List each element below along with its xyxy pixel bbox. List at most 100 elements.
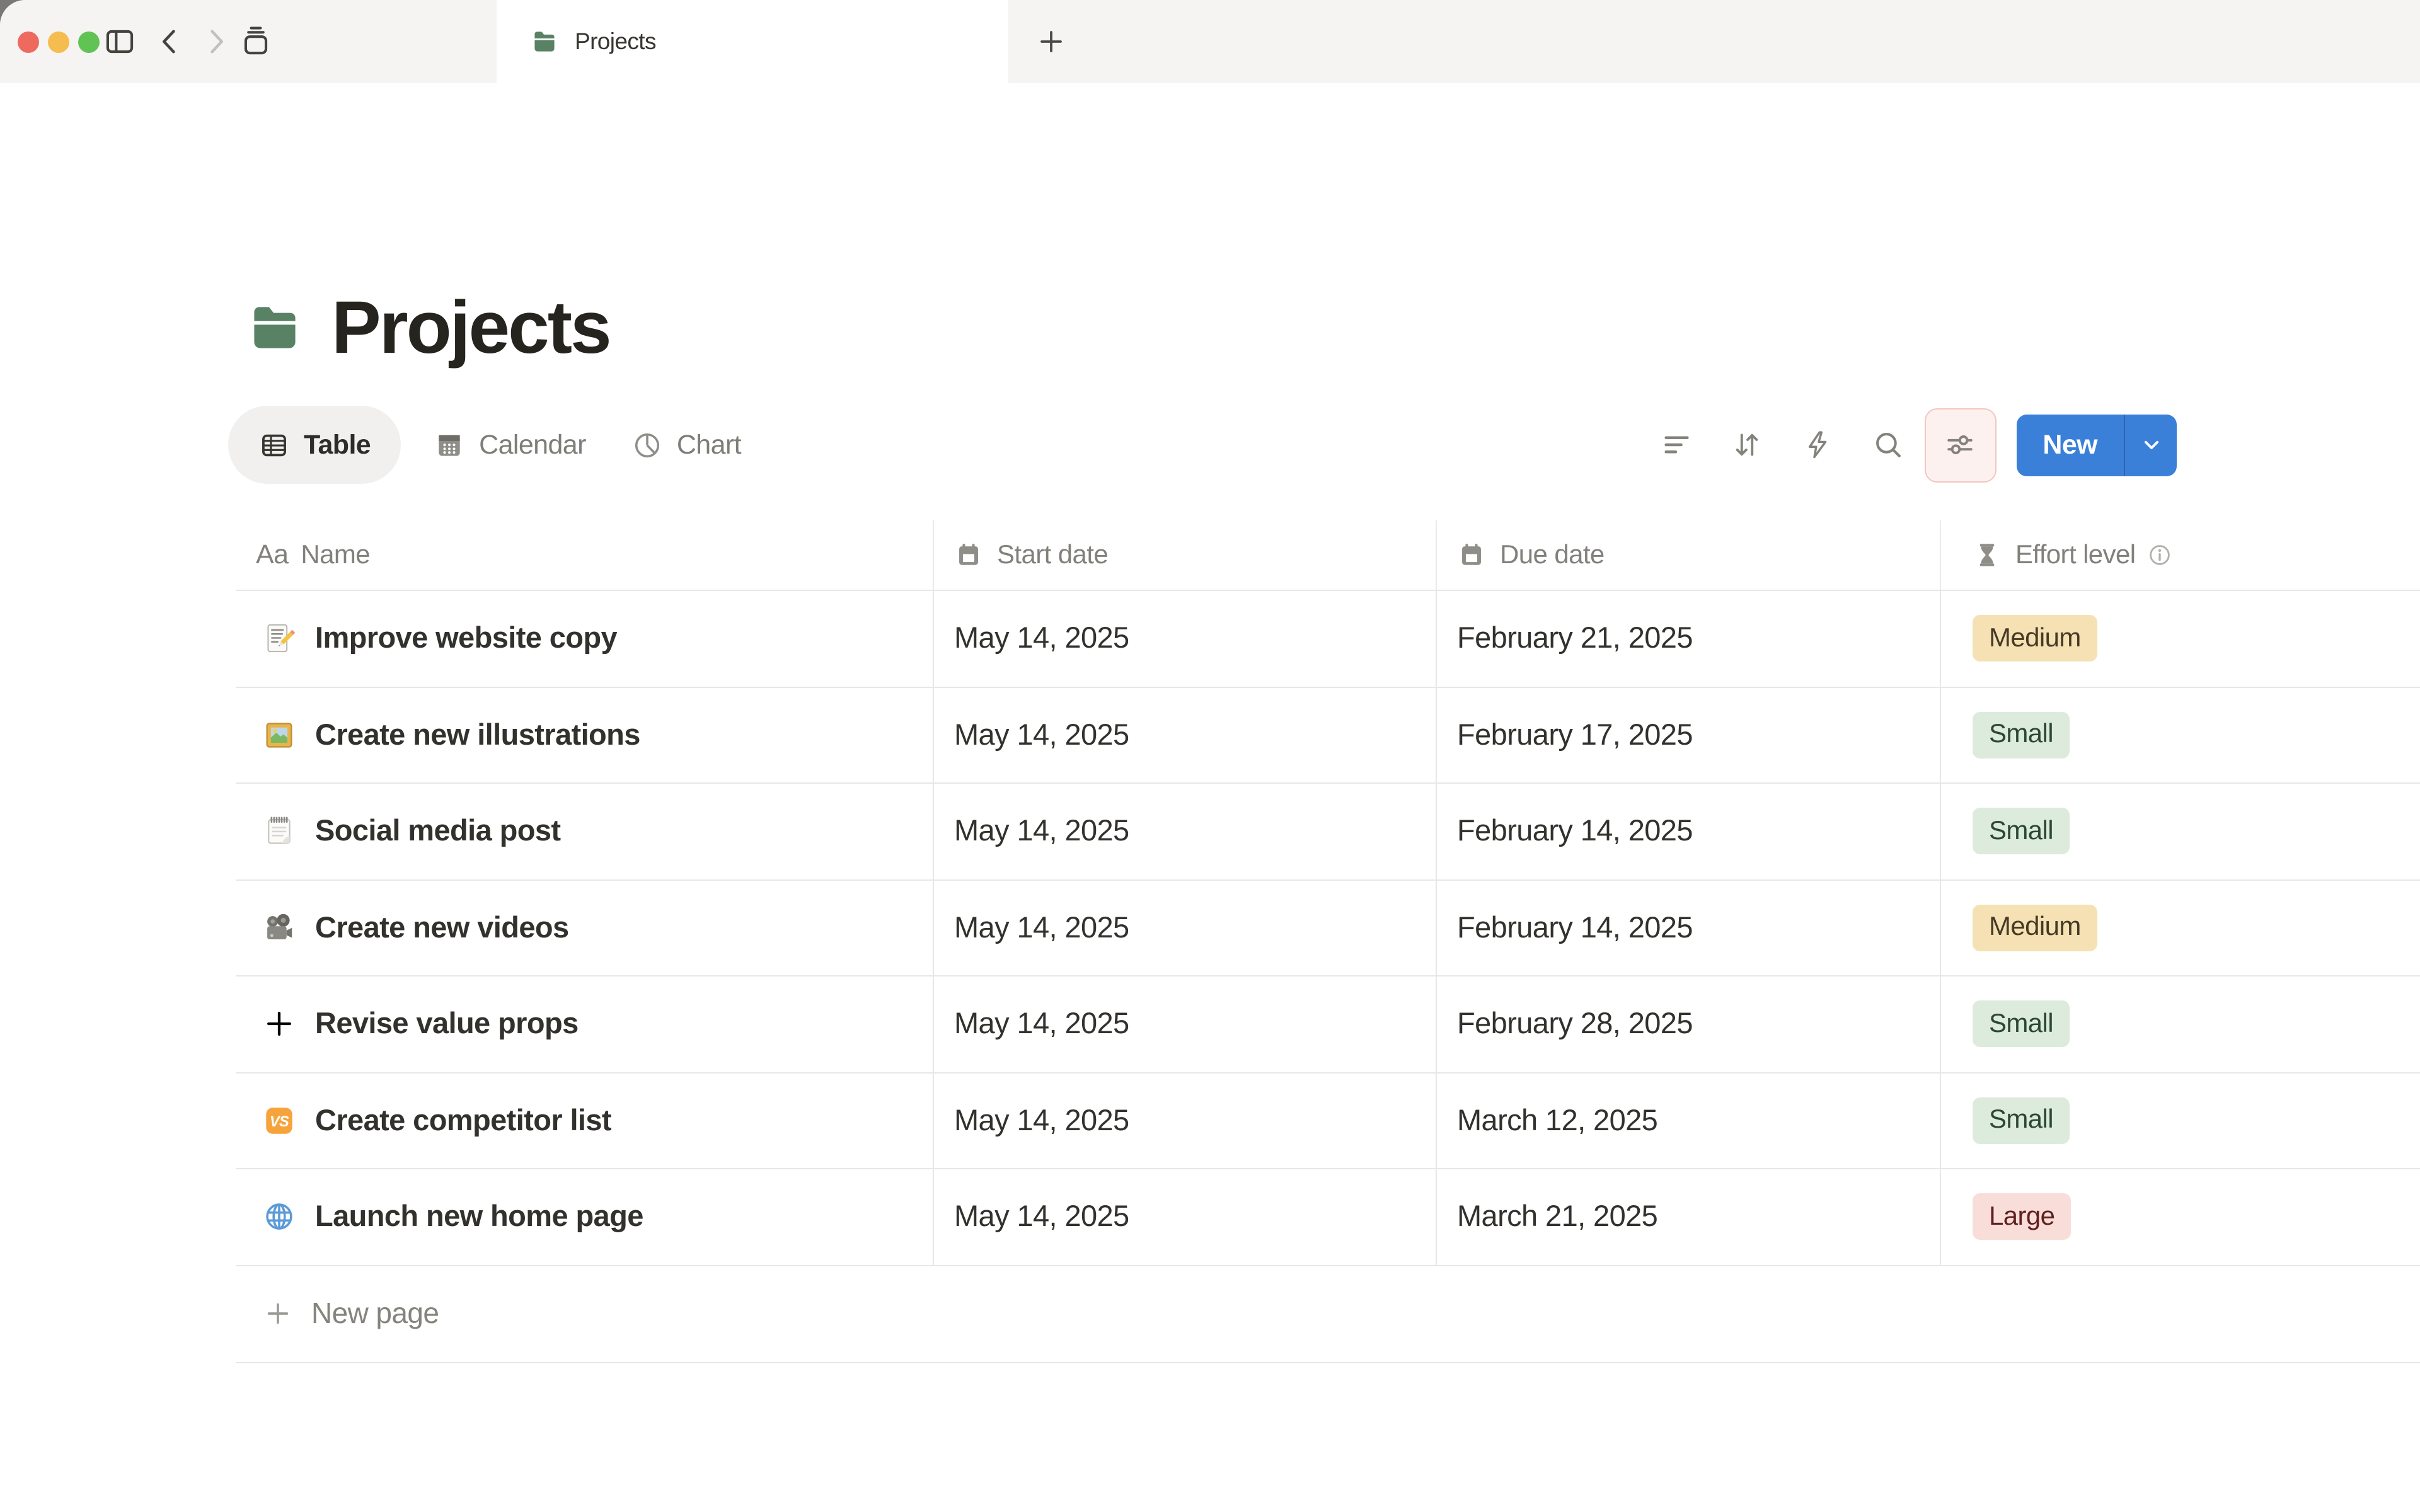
- table-row: Social media post May 14, 2025 February …: [236, 784, 2420, 880]
- row-name: Launch new home page: [315, 1200, 643, 1233]
- row-start-date: May 14, 2025: [954, 718, 1129, 751]
- due-date-cell[interactable]: February 14, 2025: [1437, 880, 1941, 975]
- page-header: Projects: [246, 286, 612, 369]
- effort-badge: Medium: [1973, 904, 2097, 951]
- vs-emoji-icon: VS: [262, 1104, 296, 1138]
- effort-level-cell[interactable]: Small: [1941, 687, 2420, 782]
- window-tab-bar: Projects: [0, 0, 2420, 83]
- search-icon[interactable]: [1871, 428, 1904, 461]
- calendar-icon: [1457, 541, 1486, 570]
- due-date-cell[interactable]: February 28, 2025: [1437, 976, 1941, 1072]
- row-start-date: May 14, 2025: [954, 1103, 1129, 1137]
- effort-level-cell[interactable]: Small: [1941, 976, 2420, 1072]
- column-label: Start date: [997, 540, 1109, 569]
- table-row: Improve website copy May 14, 2025 Februa…: [236, 591, 2420, 687]
- view-tab-table[interactable]: Table: [228, 406, 401, 484]
- view-tab-label: Chart: [676, 429, 742, 459]
- due-date-cell[interactable]: March 12, 2025: [1437, 1073, 1941, 1168]
- frame-emoji-icon: [262, 718, 296, 752]
- calendar-view-icon: [434, 429, 465, 461]
- effort-level-cell[interactable]: Medium: [1941, 880, 2420, 975]
- effort-badge: Small: [1973, 1000, 2070, 1048]
- page-title[interactable]: Projects: [331, 285, 612, 370]
- view-settings-button[interactable]: [1924, 408, 1997, 482]
- chevron-down-icon: [2138, 432, 2164, 457]
- effort-level-cell[interactable]: Small: [1941, 784, 2420, 879]
- table-body: Improve website copy May 14, 2025 Februa…: [236, 591, 2420, 1266]
- plus-emoji-icon: [262, 1007, 296, 1041]
- view-switcher: Table Calendar Chart: [228, 406, 754, 484]
- start-date-cell[interactable]: May 14, 2025: [934, 976, 1437, 1072]
- due-date-cell[interactable]: February 17, 2025: [1437, 687, 1941, 782]
- table-view-icon: [258, 429, 290, 461]
- svg-text:VS: VS: [270, 1114, 289, 1130]
- row-name: Create new videos: [315, 910, 569, 944]
- zoom-button[interactable]: [78, 32, 100, 53]
- effort-level-cell[interactable]: Medium: [1941, 591, 2420, 686]
- column-header-start-date[interactable]: Start date: [934, 520, 1437, 590]
- tab-stack-icon[interactable]: [239, 25, 272, 58]
- filter-icon[interactable]: [1659, 428, 1692, 461]
- start-date-cell[interactable]: May 14, 2025: [934, 880, 1437, 975]
- minimize-button[interactable]: [48, 32, 69, 53]
- view-tab-calendar[interactable]: Calendar: [421, 429, 599, 461]
- row-start-date: May 14, 2025: [954, 910, 1129, 944]
- row-name: Improve website copy: [315, 621, 618, 655]
- row-due-date: March 21, 2025: [1457, 1200, 1658, 1233]
- row-due-date: February 14, 2025: [1457, 910, 1693, 944]
- effort-badge: Large: [1973, 1193, 2071, 1240]
- hourglass-icon: [1973, 541, 2002, 570]
- column-header-due-date[interactable]: Due date: [1437, 520, 1941, 590]
- row-name: Create competitor list: [315, 1103, 612, 1137]
- start-date-cell[interactable]: May 14, 2025: [934, 591, 1437, 686]
- notepad-emoji-icon: [262, 815, 296, 849]
- sort-icon[interactable]: [1730, 428, 1763, 461]
- row-start-date: May 14, 2025: [954, 814, 1129, 847]
- effort-level-cell[interactable]: Small: [1941, 1073, 2420, 1168]
- name-cell[interactable]: Launch new home page: [236, 1169, 934, 1264]
- new-tab-button[interactable]: [1036, 26, 1066, 57]
- start-date-cell[interactable]: May 14, 2025: [934, 784, 1437, 879]
- start-date-cell[interactable]: May 14, 2025: [934, 687, 1437, 782]
- new-page-label: New page: [311, 1297, 439, 1329]
- due-date-cell[interactable]: February 14, 2025: [1437, 784, 1941, 879]
- forward-icon[interactable]: [199, 25, 232, 58]
- automations-icon[interactable]: [1801, 428, 1833, 461]
- row-start-date: May 14, 2025: [954, 621, 1129, 655]
- sidebar-toggle-icon[interactable]: [103, 25, 136, 58]
- table-header-row: Aa Name Start date Due date Effort level: [236, 520, 2420, 591]
- tab-projects[interactable]: Projects: [497, 0, 1008, 83]
- view-tab-chart[interactable]: Chart: [619, 429, 754, 461]
- new-dropdown-button[interactable]: [2125, 432, 2177, 457]
- name-cell[interactable]: Revise value props: [236, 976, 934, 1072]
- name-cell[interactable]: Social media post: [236, 784, 934, 879]
- row-name: Create new illustrations: [315, 718, 640, 751]
- start-date-cell[interactable]: May 14, 2025: [934, 1073, 1437, 1168]
- table-row: Launch new home page May 14, 2025 March …: [236, 1169, 2420, 1266]
- new-page-row[interactable]: New page: [236, 1266, 2420, 1363]
- effort-badge: Small: [1973, 711, 2070, 759]
- row-due-date: February 21, 2025: [1457, 621, 1693, 655]
- column-header-name[interactable]: Aa Name: [236, 520, 934, 590]
- effort-level-cell[interactable]: Large: [1941, 1169, 2420, 1264]
- due-date-cell[interactable]: February 21, 2025: [1437, 591, 1941, 686]
- table-row: Revise value props May 14, 2025 February…: [236, 976, 2420, 1073]
- due-date-cell[interactable]: March 21, 2025: [1437, 1169, 1941, 1264]
- name-cell[interactable]: Create new videos: [236, 880, 934, 975]
- start-date-cell[interactable]: May 14, 2025: [934, 1169, 1437, 1264]
- globe-emoji-icon: [262, 1200, 296, 1234]
- column-header-effort-level[interactable]: Effort level: [1941, 520, 2420, 590]
- chart-view-icon: [631, 429, 663, 461]
- back-icon[interactable]: [154, 25, 187, 58]
- name-cell[interactable]: VS Create competitor list: [236, 1073, 934, 1168]
- name-cell[interactable]: Improve website copy: [236, 591, 934, 686]
- info-icon[interactable]: [2146, 542, 2173, 568]
- name-cell[interactable]: Create new illustrations: [236, 687, 934, 782]
- new-button[interactable]: New: [2016, 414, 2177, 476]
- camera-emoji-icon: [262, 911, 296, 945]
- page-folder-icon[interactable]: [246, 299, 304, 357]
- text-property-icon: Aa: [256, 539, 289, 570]
- close-button[interactable]: [18, 32, 39, 53]
- row-due-date: February 14, 2025: [1457, 814, 1693, 847]
- row-due-date: February 17, 2025: [1457, 718, 1693, 751]
